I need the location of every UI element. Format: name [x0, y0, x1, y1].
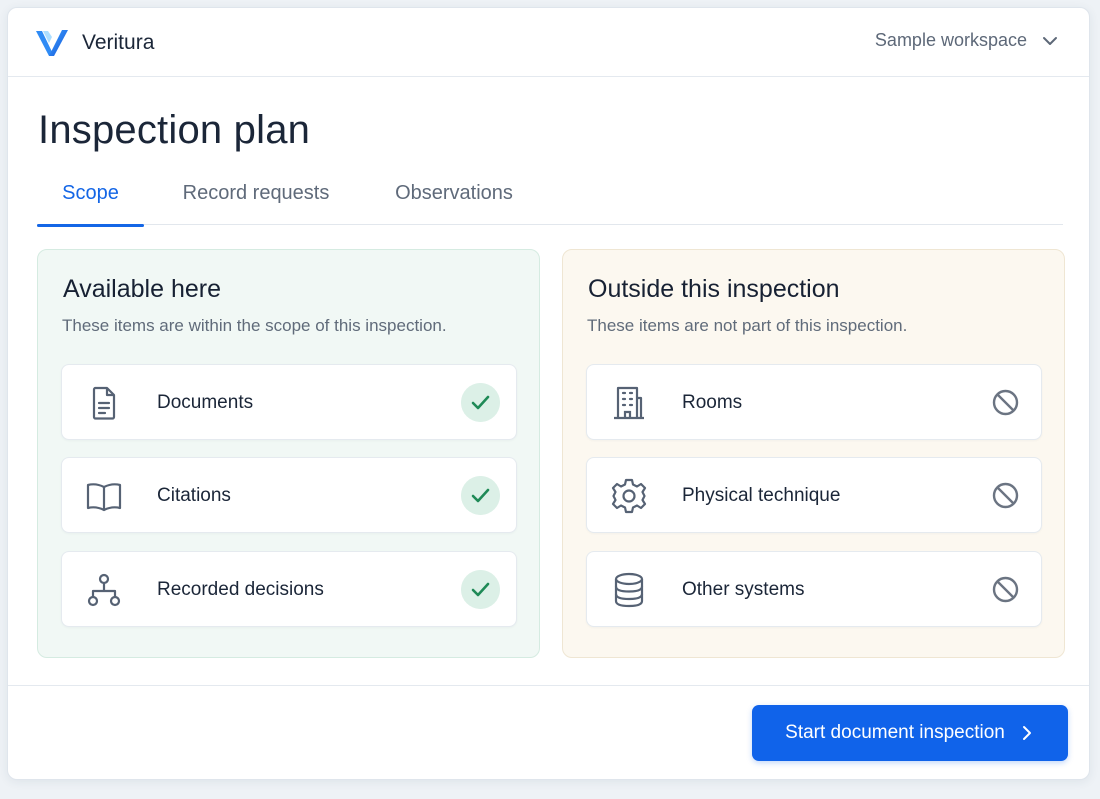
workspace-label: Sample workspace: [874, 30, 1027, 50]
scope-item-recorded-decisions[interactable]: Recorded decisions: [61, 551, 517, 627]
in-scope-subtitle: These items are within the scope of this…: [62, 316, 447, 335]
scope-item-label: Other systems: [682, 579, 805, 600]
scope-item-label: Citations: [157, 485, 231, 506]
check-icon: [461, 383, 500, 422]
scope-item-rooms[interactable]: Rooms: [586, 364, 1042, 440]
scope-item-label: Documents: [157, 392, 254, 413]
chevron-down-icon: [1043, 36, 1057, 45]
blocked-icon: [992, 576, 1019, 603]
check-icon: [461, 570, 500, 609]
in-scope-title: Available here: [63, 275, 221, 303]
blocked-icon: [992, 389, 1019, 416]
footer-bar: Start document inspection: [8, 685, 1089, 779]
scope-item-label: Rooms: [682, 392, 743, 413]
top-bar: Veritura Sample workspace: [8, 8, 1089, 77]
scope-item-label: Physical technique: [682, 485, 841, 506]
tab-observations[interactable]: Observations: [389, 176, 519, 225]
book-icon: [86, 483, 122, 512]
tab-bar: Scope Record requests Observations: [37, 176, 1063, 227]
workspace-selector[interactable]: Sample workspace: [875, 30, 1059, 51]
tab-record-requests[interactable]: Record requests: [177, 176, 335, 225]
document-icon: [92, 386, 116, 420]
scope-item-documents[interactable]: Documents: [61, 364, 517, 440]
building-icon: [614, 386, 644, 420]
out-of-scope-panel: Outside this inspection These items are …: [562, 249, 1065, 658]
brand[interactable]: Veritura: [34, 26, 154, 60]
inspection-card: Veritura Sample workspace Inspection pla…: [7, 7, 1090, 780]
decision-tree-icon: [87, 573, 121, 607]
gear-icon: [611, 478, 647, 514]
page-title: Inspection plan: [38, 108, 311, 152]
database-icon: [614, 572, 644, 608]
out-of-scope-subtitle: These items are not part of this inspect…: [587, 316, 908, 335]
scope-item-physical-technique[interactable]: Physical technique: [586, 457, 1042, 533]
chevron-right-icon: [1022, 726, 1031, 740]
scope-item-other-systems[interactable]: Other systems: [586, 551, 1042, 627]
in-scope-panel: Available here These items are within th…: [37, 249, 540, 658]
scope-item-citations[interactable]: Citations: [61, 457, 517, 533]
veritura-logo-icon: [36, 30, 68, 56]
check-icon: [461, 476, 500, 515]
tab-scope[interactable]: Scope: [37, 176, 144, 227]
blocked-icon: [992, 482, 1019, 509]
start-inspection-label: Start document inspection: [785, 722, 1005, 743]
app-name: Veritura: [82, 31, 155, 54]
scope-item-label: Recorded decisions: [157, 579, 324, 600]
start-inspection-button[interactable]: Start document inspection: [752, 705, 1068, 761]
out-of-scope-title: Outside this inspection: [588, 275, 840, 303]
